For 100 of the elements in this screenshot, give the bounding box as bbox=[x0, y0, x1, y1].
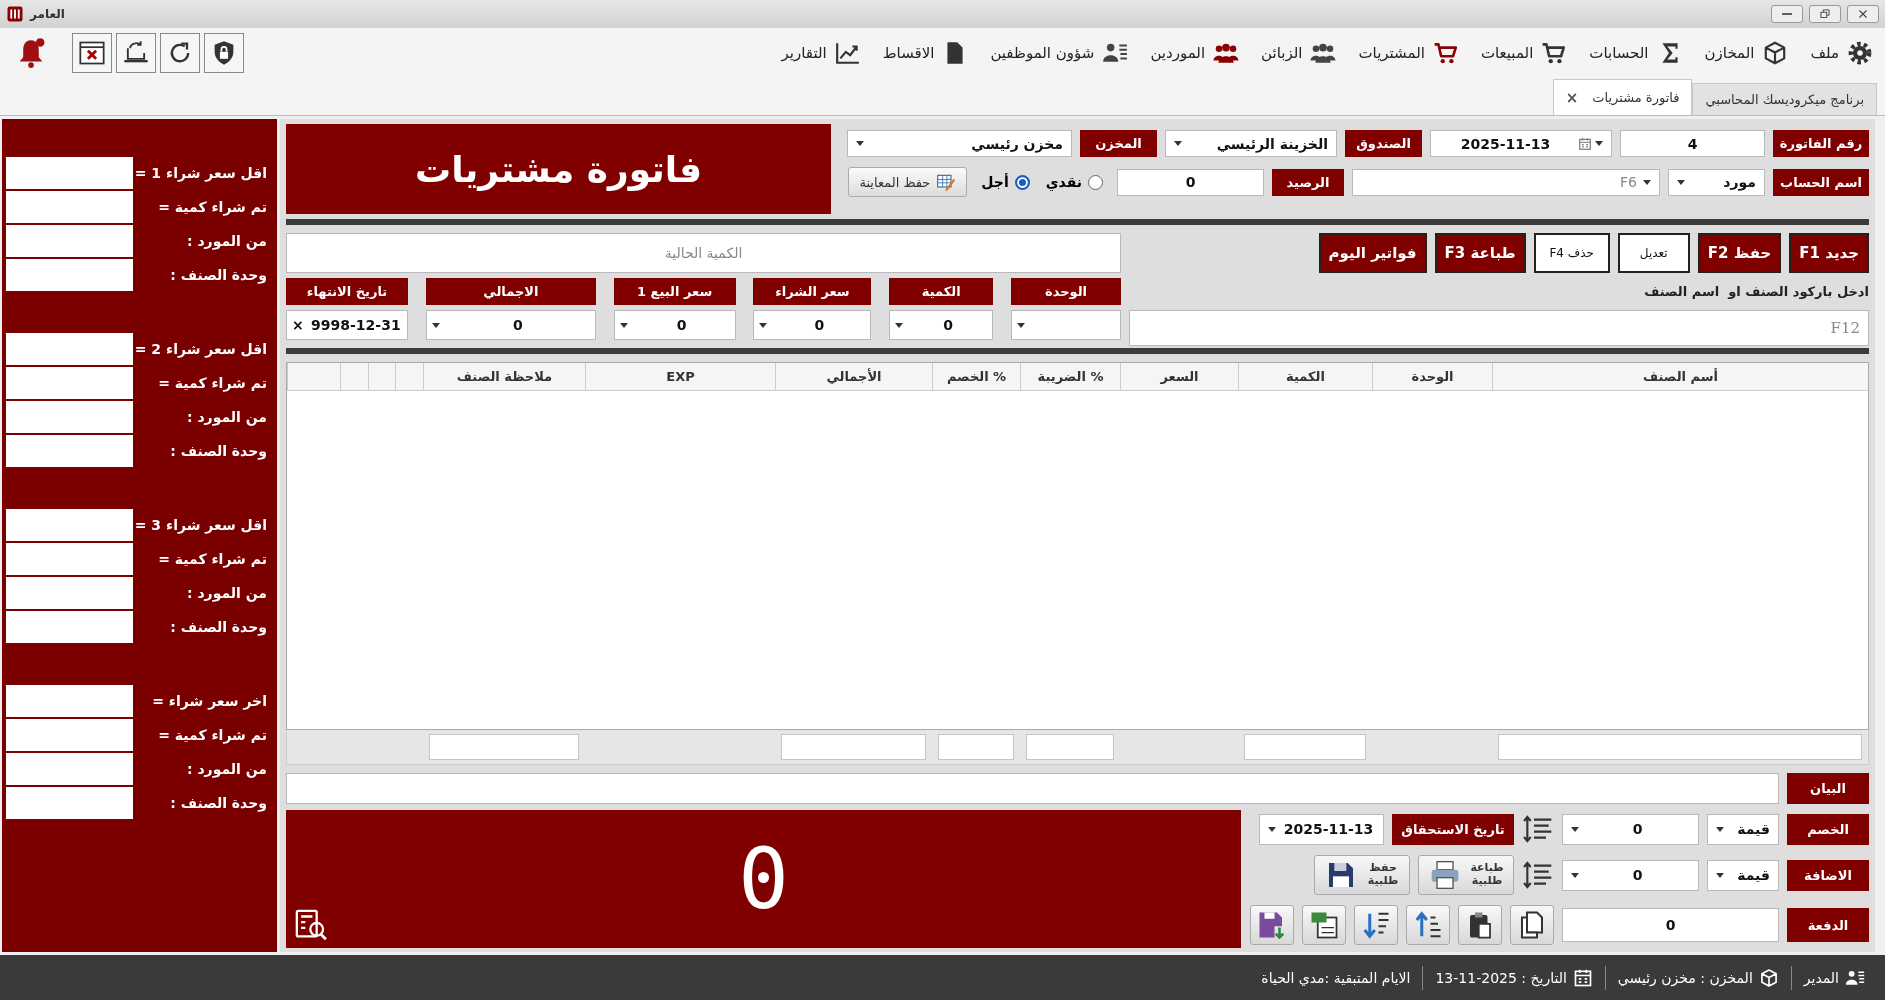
menu-item[interactable]: المشتريات bbox=[1358, 40, 1459, 66]
column-header[interactable]: السعر bbox=[1120, 363, 1238, 390]
entry-field[interactable]: 0 bbox=[613, 310, 736, 340]
column-header[interactable]: % الضريبة bbox=[1020, 363, 1120, 390]
dropdown-arrow-icon[interactable] bbox=[1571, 826, 1579, 832]
dropdown-arrow-icon[interactable] bbox=[1268, 826, 1276, 832]
side-field[interactable] bbox=[6, 509, 133, 541]
discount-field[interactable]: 0 bbox=[1562, 813, 1699, 845]
barcode-field[interactable]: F12 bbox=[1129, 310, 1869, 346]
restore-button[interactable] bbox=[1809, 5, 1841, 23]
action-button[interactable]: طباعة F3 bbox=[1434, 233, 1526, 273]
paste-button[interactable] bbox=[1458, 905, 1502, 945]
save-preview-button[interactable]: حفظ المعاينة bbox=[848, 167, 968, 197]
notes-field[interactable] bbox=[286, 773, 1779, 804]
radio-icon[interactable] bbox=[1014, 174, 1030, 190]
payment-field[interactable]: 0 bbox=[1562, 908, 1779, 942]
action-button[interactable]: فواتير اليوم bbox=[1318, 233, 1427, 273]
menu-item[interactable]: الزبائن bbox=[1261, 40, 1337, 66]
tab[interactable]: فاتورة مشتريات × bbox=[1552, 79, 1693, 115]
close-window-button[interactable] bbox=[72, 33, 112, 73]
side-field[interactable] bbox=[6, 225, 133, 257]
menu-item[interactable]: المخازن bbox=[1704, 40, 1789, 66]
entry-field[interactable]: 0 bbox=[425, 310, 596, 340]
menu-item[interactable]: التقارير bbox=[781, 40, 861, 66]
close-tab-button[interactable]: × bbox=[1565, 88, 1579, 107]
side-field[interactable] bbox=[6, 543, 133, 575]
side-field[interactable] bbox=[6, 611, 133, 643]
entry-field[interactable]: 0 bbox=[889, 310, 994, 340]
current-quantity-field[interactable]: الكمية الحالية bbox=[286, 233, 1121, 273]
save-order-button[interactable]: حفظ طلبية bbox=[1314, 855, 1410, 895]
side-field[interactable] bbox=[6, 787, 133, 819]
column-header[interactable]: ملاحظة الصنف bbox=[423, 363, 585, 390]
side-field[interactable] bbox=[6, 685, 133, 717]
lock-button[interactable] bbox=[204, 33, 244, 73]
minimize-button[interactable] bbox=[1771, 5, 1803, 23]
menu-item[interactable]: ملف bbox=[1810, 40, 1873, 66]
dropdown-arrow-icon[interactable] bbox=[759, 322, 768, 328]
laptop-button[interactable] bbox=[116, 33, 156, 73]
dropdown-arrow-icon[interactable] bbox=[1716, 872, 1724, 878]
side-field[interactable] bbox=[6, 719, 133, 751]
export-button[interactable] bbox=[1302, 905, 1346, 945]
sort-lines-icon[interactable] bbox=[1522, 813, 1554, 845]
discount-type-select[interactable]: قيمة bbox=[1707, 813, 1779, 845]
store-select[interactable]: مخزن رئيسي bbox=[847, 130, 1072, 157]
dropdown-arrow-icon[interactable] bbox=[619, 322, 628, 328]
addition-field[interactable]: 0 bbox=[1562, 859, 1699, 891]
action-button[interactable]: حفظ F2 bbox=[1697, 233, 1782, 273]
menu-item[interactable]: الحسابات bbox=[1589, 40, 1683, 66]
column-header[interactable]: الكمية bbox=[1238, 363, 1372, 390]
column-header[interactable]: EXP bbox=[585, 363, 775, 390]
dropdown-arrow-icon[interactable] bbox=[856, 141, 864, 146]
save-button[interactable] bbox=[1250, 905, 1294, 945]
tab[interactable]: برنامج ميكروديسك المحاسبي bbox=[1692, 83, 1877, 115]
account-field[interactable]: F6 bbox=[1352, 168, 1660, 196]
action-button[interactable]: جديد F1 bbox=[1789, 233, 1869, 273]
side-field[interactable] bbox=[6, 259, 133, 291]
column-header[interactable]: الأجمالي bbox=[775, 363, 932, 390]
dropdown-arrow-icon[interactable] bbox=[1595, 141, 1603, 146]
dropdown-arrow-icon[interactable] bbox=[1174, 141, 1182, 146]
balance-field[interactable]: 0 bbox=[1117, 168, 1264, 196]
side-field[interactable] bbox=[6, 753, 133, 785]
entry-field[interactable] bbox=[1011, 310, 1121, 340]
dropdown-arrow-icon[interactable] bbox=[1677, 179, 1685, 185]
radio-icon[interactable] bbox=[1088, 174, 1103, 190]
side-field[interactable] bbox=[6, 157, 133, 189]
column-header[interactable]: % الخصم bbox=[932, 363, 1020, 390]
clear-button[interactable]: × bbox=[292, 317, 304, 333]
close-button[interactable] bbox=[1847, 5, 1879, 23]
entry-field[interactable]: 0 bbox=[753, 310, 872, 340]
due-date-field[interactable]: 2025-11-13 bbox=[1259, 813, 1384, 845]
menu-item[interactable]: شؤون الموظفين bbox=[990, 40, 1129, 66]
menu-item[interactable]: الاقساط bbox=[882, 40, 969, 66]
sort-up-button[interactable] bbox=[1406, 905, 1450, 945]
cashbox-select[interactable]: الخزينة الرئيسي bbox=[1165, 130, 1337, 157]
print-order-button[interactable]: طباعة طلبية bbox=[1418, 855, 1514, 895]
column-header[interactable]: الوحدة bbox=[1372, 363, 1492, 390]
date-field[interactable]: 2025-11-13 bbox=[1430, 130, 1612, 157]
menu-item[interactable]: الموردين bbox=[1150, 40, 1240, 66]
dropdown-arrow-icon[interactable] bbox=[1716, 826, 1724, 832]
side-field[interactable] bbox=[6, 577, 133, 609]
copy-button[interactable] bbox=[1510, 905, 1554, 945]
calculator-search-icon[interactable] bbox=[294, 908, 328, 942]
side-field[interactable] bbox=[6, 333, 133, 365]
side-field[interactable] bbox=[6, 401, 133, 433]
dropdown-arrow-icon[interactable] bbox=[1643, 179, 1651, 185]
dropdown-arrow-icon[interactable] bbox=[1017, 322, 1025, 328]
column-header[interactable]: أسم الصنف bbox=[1492, 363, 1868, 390]
menu-item[interactable]: المبيعات bbox=[1480, 40, 1568, 66]
radio-option[interactable]: أجل bbox=[981, 174, 1030, 190]
dropdown-arrow-icon[interactable] bbox=[431, 322, 440, 328]
addition-type-select[interactable]: قيمة bbox=[1707, 859, 1779, 891]
sort-down-button[interactable] bbox=[1354, 905, 1398, 945]
account-type-select[interactable]: مورد bbox=[1668, 168, 1765, 196]
radio-option[interactable]: نقدي bbox=[1045, 174, 1103, 190]
side-field[interactable] bbox=[6, 435, 133, 467]
calendar-icon[interactable] bbox=[1578, 136, 1592, 151]
sort-lines-icon[interactable] bbox=[1522, 859, 1554, 891]
entry-field[interactable]: 9998-12-31 × bbox=[286, 310, 408, 340]
side-field[interactable] bbox=[6, 191, 133, 223]
side-field[interactable] bbox=[6, 367, 133, 399]
